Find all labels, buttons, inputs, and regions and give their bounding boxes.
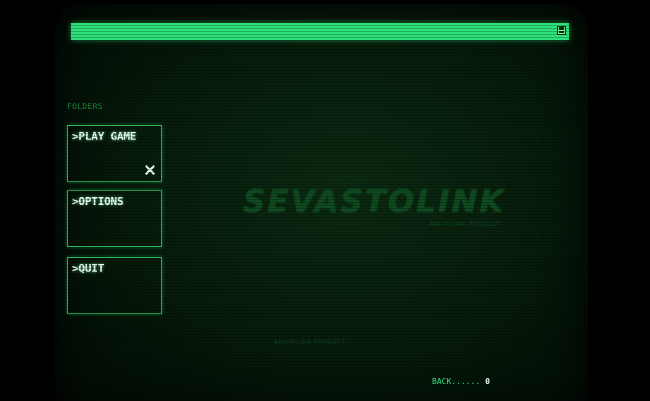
back-key: 0	[485, 377, 490, 386]
menu-item-label: >QUIT	[72, 262, 105, 275]
menu-item-label: >PLAY GAME	[72, 130, 137, 143]
menu-item-quit[interactable]: >QUIT	[67, 257, 162, 314]
save-disk-icon[interactable]	[557, 26, 566, 35]
crt-screen: FOLDERS >PLAY GAME >OPTIONS >QUIT SEVAST…	[55, 4, 588, 401]
menu-item-play-game[interactable]: >PLAY GAME	[67, 125, 162, 182]
menu-item-options[interactable]: >OPTIONS	[67, 190, 162, 247]
title-bar	[71, 23, 569, 40]
sevastolink-logo: SEVASTOLINK	[243, 184, 506, 220]
back-label: BACK......	[432, 377, 481, 386]
folders-label: FOLDERS	[67, 102, 103, 111]
footer-product-text: ANLIM-LINK PRODUCT	[274, 339, 346, 346]
menu-item-label: >OPTIONS	[72, 195, 124, 208]
logo-subtitle: ANLIM-LINK PRODUCT	[429, 221, 501, 228]
close-icon[interactable]	[145, 165, 155, 175]
back-button[interactable]: BACK...... 0	[432, 377, 490, 386]
